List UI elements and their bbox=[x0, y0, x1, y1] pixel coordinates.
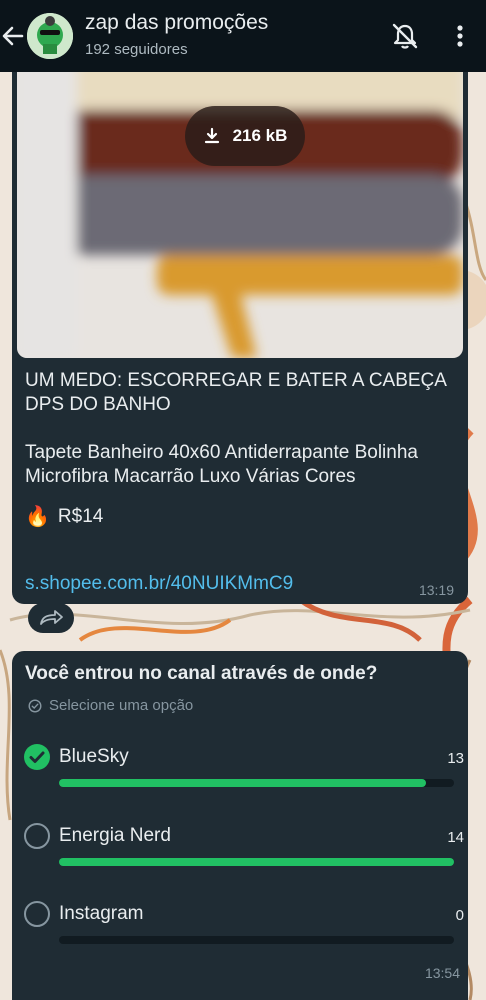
message-bubble[interactable]: 216 kB UM MEDO: ESCORREGAR E BATER A CAB… bbox=[12, 60, 468, 604]
price-row: 🔥 R$14 bbox=[25, 505, 465, 529]
poll-timestamp: 13:54 bbox=[424, 965, 460, 981]
product-description: Tapete Banheiro 40x60 Antiderrapante Bol… bbox=[25, 442, 418, 487]
download-icon bbox=[204, 127, 219, 144]
blurred-product-image bbox=[17, 60, 463, 358]
more-vertical-icon[interactable] bbox=[449, 22, 471, 50]
poll-option-count: 14 bbox=[447, 829, 464, 846]
bell-off-icon[interactable] bbox=[390, 22, 420, 50]
poll-bubble: Você entrou no canal através de onde? Se… bbox=[12, 651, 468, 1000]
poll-option-bar-fill bbox=[59, 779, 426, 787]
check-circle-icon bbox=[28, 698, 42, 713]
poll-option-energia-nerd[interactable]: Energia Nerd 14 bbox=[24, 823, 464, 883]
avatar-image bbox=[27, 13, 73, 59]
channel-header: zap das promoções 192 seguidores bbox=[0, 0, 486, 72]
poll-option-instagram[interactable]: Instagram 0 bbox=[24, 901, 464, 961]
poll-option-bar-fill bbox=[59, 858, 454, 866]
poll-question: Você entrou no canal através de onde? bbox=[25, 663, 378, 684]
poll-hint: Selecione uma opção bbox=[28, 697, 193, 714]
poll-option-count: 13 bbox=[447, 750, 464, 767]
poll-option-label: Energia Nerd bbox=[59, 825, 171, 846]
radio-icon[interactable] bbox=[24, 901, 50, 927]
message-headline: UM MEDO: ESCORREGAR E BATER A CABEÇA DPS… bbox=[25, 370, 446, 415]
poll-option-label: BlueSky bbox=[59, 746, 129, 767]
product-photo-thumbnail[interactable]: 216 kB bbox=[17, 60, 463, 358]
poll-option-label: Instagram bbox=[59, 903, 144, 924]
message-text: UM MEDO: ESCORREGAR E BATER A CABEÇA DPS… bbox=[25, 369, 465, 529]
poll-option-bar bbox=[59, 779, 454, 787]
fire-emoji: 🔥 bbox=[25, 506, 50, 528]
download-size: 216 kB bbox=[232, 126, 288, 145]
poll-option-bar bbox=[59, 936, 454, 944]
channel-avatar[interactable] bbox=[27, 13, 73, 59]
forward-button[interactable] bbox=[28, 603, 74, 633]
checked-radio-icon[interactable] bbox=[24, 744, 50, 770]
poll-option-bar bbox=[59, 858, 454, 866]
follower-count: 192 seguidores bbox=[85, 41, 188, 58]
channel-title[interactable]: zap das promoções bbox=[85, 11, 268, 35]
poll-option-count: 0 bbox=[455, 907, 464, 924]
product-link[interactable]: s.shopee.com.br/40NUIKMmC9 bbox=[25, 573, 293, 595]
poll-option-bluesky[interactable]: BlueSky 13 bbox=[24, 744, 464, 804]
product-price: R$14 bbox=[57, 506, 104, 527]
checkmark-icon bbox=[29, 751, 45, 763]
download-button[interactable]: 216 kB bbox=[185, 106, 305, 166]
radio-icon[interactable] bbox=[24, 823, 50, 849]
forward-icon bbox=[40, 610, 63, 625]
poll-hint-text: Selecione uma opção bbox=[49, 697, 194, 714]
message-timestamp: 13:19 bbox=[418, 582, 454, 598]
arrow-left-icon[interactable] bbox=[0, 22, 26, 50]
